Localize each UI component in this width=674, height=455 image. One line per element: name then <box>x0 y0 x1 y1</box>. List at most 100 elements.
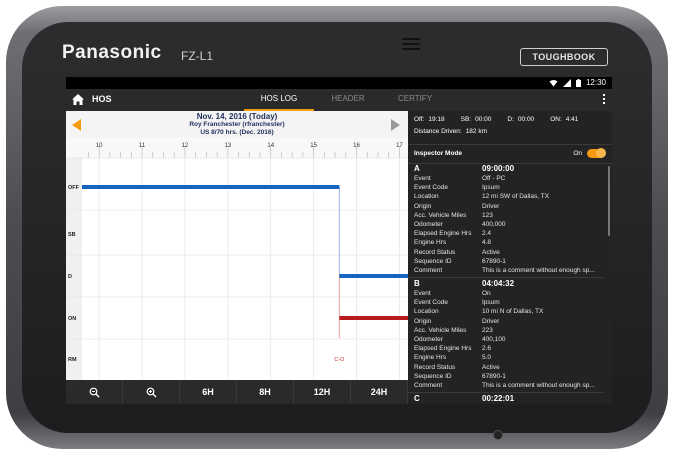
scrollbar[interactable] <box>608 166 610 236</box>
list-item: Engine Hrs 5.0 <box>414 354 492 362</box>
app-bar: HOS HOS LOG HEADER CERTIFY <box>66 89 612 111</box>
range-12h-button[interactable]: 12H <box>294 380 351 404</box>
hour-tick-label: 11 <box>139 143 146 149</box>
inspector-mode-value: On <box>573 150 582 157</box>
list-item: Engine Hrs 4.8 <box>414 239 492 247</box>
inspector-mode-toggle[interactable] <box>587 148 606 158</box>
zoom-out-icon <box>89 387 99 397</box>
wifi-icon <box>549 79 558 86</box>
event-entry-c[interactable]: C 00:22:01 <box>408 394 604 404</box>
event-entry-a[interactable]: A 09:00:00 Event Off - PC Event Code Ipsum… <box>408 164 604 276</box>
cycle-label: US 8/70 hrs. (Dec. 2016) <box>200 129 274 136</box>
log-panel: Nov. 14, 2016 (Today) Roy Franchester (r… <box>66 111 408 404</box>
off-value: 19:18 <box>428 116 445 123</box>
list-item: Event On <box>414 290 491 297</box>
range-24h-button[interactable]: 24H <box>351 380 408 404</box>
list-item: Record Status Active <box>414 363 500 371</box>
entry-time: 09:00:00 <box>482 164 515 173</box>
hour-tick-label: 12 <box>182 143 189 149</box>
zoom-in-button[interactable] <box>123 380 180 404</box>
list-item: Location 12 mi SW of Dallas, TX <box>414 193 550 201</box>
driver-name: Roy Franchester (rfranchester) <box>189 121 285 128</box>
tab-hos-log[interactable]: HOS LOG <box>244 94 314 111</box>
hour-tick-label: 17 <box>396 143 403 149</box>
battery-icon <box>575 78 581 87</box>
clock-text: 12:30 <box>585 78 606 87</box>
d-label: D: <box>507 116 514 123</box>
d-value: 00:00 <box>517 116 535 123</box>
zoom-out-button[interactable] <box>66 380 123 404</box>
list-item: Elapsed Engine Hrs 2.6 <box>414 345 492 353</box>
status-label-column <box>66 158 82 380</box>
sb-value: 00:00 <box>475 116 492 123</box>
log-date: Nov. 14, 2016 (Today) <box>196 112 278 121</box>
hour-tick-label: 13 <box>224 143 231 149</box>
home-icon[interactable] <box>71 93 85 106</box>
list-item: Event Code Ipsum <box>414 299 500 307</box>
off-label: Off: <box>414 116 425 123</box>
hour-tick-label: 15 <box>310 143 317 149</box>
hos-graph: 10 11 12 13 14 15 16 17 OFF SB D ON RM C-O <box>66 138 408 380</box>
sb-label: SB: <box>460 116 472 123</box>
date-navigator: Nov. 14, 2016 (Today) Roy Franchester (r… <box>66 111 408 139</box>
hardware-button[interactable] <box>493 430 503 440</box>
list-item: Location 10 mi N of Dallas, TX <box>414 308 544 316</box>
on-label: ON: <box>550 116 562 123</box>
hour-tick-label: 10 <box>96 143 103 149</box>
co-annotation: C-O <box>334 357 345 363</box>
entry-letter: A <box>414 164 420 173</box>
list-item: Origin Driver <box>414 202 500 210</box>
speaker-grille <box>402 38 420 53</box>
range-6h-button[interactable]: 6H <box>180 380 237 404</box>
overflow-menu-icon[interactable] <box>603 94 606 106</box>
status-label: RM <box>68 357 77 363</box>
status-label: SB <box>68 232 76 238</box>
list-item: Event Off - PC <box>414 175 506 182</box>
screen: 12:30 HOS HOS LOG HEADER CERTIFY Nov. 14… <box>66 77 612 404</box>
status-label: D <box>68 274 72 280</box>
event-entry-b[interactable]: B 04:04:32 Event On Event Code Ipsum Locat… <box>408 279 604 391</box>
signal-icon <box>562 78 571 87</box>
app-title: HOS <box>92 94 112 104</box>
range-8h-button[interactable]: 8H <box>237 380 294 404</box>
tab-header[interactable]: HEADER <box>313 94 383 111</box>
inspector-mode-row: Inspector Mode On <box>408 144 612 164</box>
list-item: Origin Driver <box>414 317 500 325</box>
tab-certify[interactable]: CERTIFY <box>380 94 450 111</box>
list-item: Comment This is a comment without enough … <box>414 266 595 274</box>
hour-tick-label: 14 <box>267 143 274 149</box>
status-bar: 12:30 <box>66 77 612 89</box>
on-value: 4:41 <box>565 116 579 123</box>
distance-label: Distance Driven: <box>414 128 462 135</box>
list-item: Sequence ID 67890-1 <box>414 257 506 265</box>
graph-toolbar: 6H 8H 12H 24H <box>66 380 408 404</box>
list-item: Event Code Ipsum <box>414 184 500 192</box>
list-item: Comment This is a comment without enough … <box>414 381 595 389</box>
entry-time: 00:22:01 <box>482 394 515 403</box>
divider <box>408 392 604 393</box>
inspector-mode-label: Inspector Mode <box>414 150 463 157</box>
distance-summary: Distance Driven: 182 km <box>414 128 487 135</box>
distance-value: 182 km <box>465 128 488 135</box>
list-item: Sequence ID 67890-1 <box>414 372 506 380</box>
entry-time: 04:04:32 <box>482 279 515 288</box>
list-item: Acc. Vehicle Miles 223 <box>414 326 493 334</box>
brand-logo: Panasonic <box>62 42 162 63</box>
entry-letter: C <box>414 394 420 403</box>
zoom-in-icon <box>146 387 156 397</box>
status-label: OFF <box>68 185 80 191</box>
toughbook-badge: TOUGHBOOK <box>520 48 608 66</box>
details-panel: Off: 19:18 SB: 00:00 D: 00:00 ON: 4:41 D… <box>408 111 612 404</box>
list-item: Record Status Active <box>414 248 500 256</box>
list-item: Odometer 400,100 <box>414 335 506 343</box>
list-item: Elapsed Engine Hrs 2.4 <box>414 230 492 238</box>
next-day-icon[interactable] <box>391 119 400 131</box>
hour-tick-label: 16 <box>353 143 360 149</box>
entry-letter: B <box>414 279 420 288</box>
list-item: Acc. Vehicle Miles 123 <box>414 211 493 219</box>
divider <box>408 277 604 278</box>
status-label: ON <box>68 316 76 322</box>
list-item: Odometer 400,000 <box>414 220 506 228</box>
model-label: FZ-L1 <box>181 49 214 63</box>
duty-summary: Off: 19:18 SB: 00:00 D: 00:00 ON: 4:41 <box>414 116 578 123</box>
